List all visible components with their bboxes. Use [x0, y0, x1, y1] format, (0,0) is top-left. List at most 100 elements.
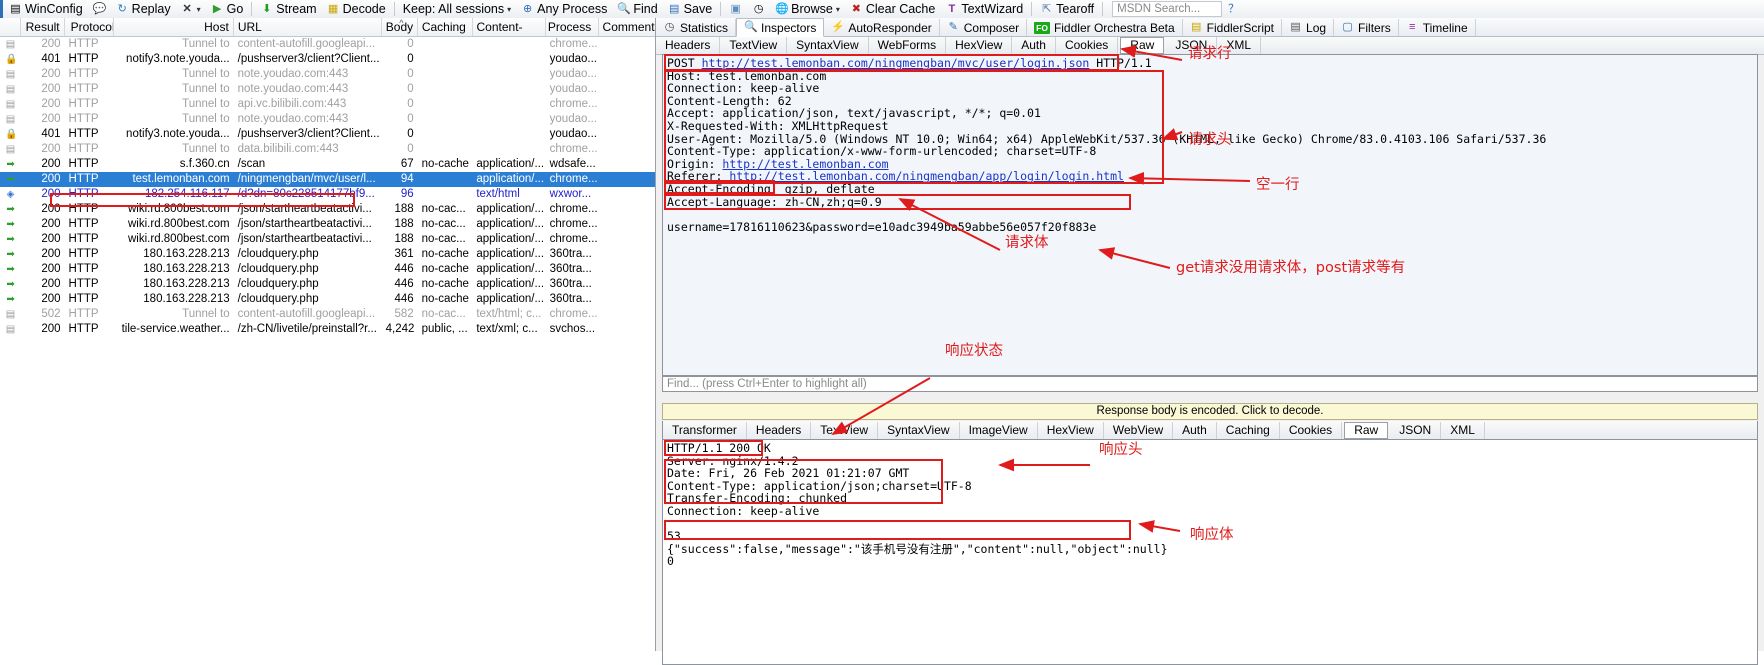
- table-row[interactable]: ➡ 200 HTTP s.f.360.cn/scan 67 no-cache applica…: [0, 157, 655, 172]
- response-tab-transformer[interactable]: Transformer: [663, 421, 747, 439]
- column-header-icon[interactable]: [0, 18, 22, 36]
- table-row[interactable]: ➡ 200 HTTP test.lemonban.com/ningmengban/mv…: [0, 172, 655, 187]
- table-row[interactable]: ▤ 200 HTTP Tunnel to note.youdao.com:443 0 you…: [0, 82, 655, 97]
- doc-icon: ▤: [5, 114, 16, 125]
- column-header-result[interactable]: Result: [21, 18, 65, 36]
- toolbar-comment-button[interactable]: 💬: [88, 0, 111, 18]
- cell-caching: no-cache: [421, 263, 469, 275]
- table-row[interactable]: ▤ 200 HTTP Tunnel to data.bilibili.com:443 0 c…: [0, 142, 655, 157]
- column-header-protocol[interactable]: Protocol: [65, 18, 114, 36]
- toolbar-decode-button[interactable]: ▦ Decode: [322, 0, 391, 18]
- cell-caching: [418, 52, 473, 67]
- column-header-content-type[interactable]: Content-Type: [473, 18, 546, 36]
- response-tab-imageview[interactable]: ImageView: [960, 421, 1038, 439]
- table-row[interactable]: ➡ 200 HTTP 180.163.228.213/cloudquery.php 44…: [0, 262, 655, 277]
- table-row[interactable]: ◈ 200 HTTP 182.254.116.117/d?dn=80c22851417…: [0, 187, 655, 202]
- response-tab-syntaxview[interactable]: SyntaxView: [878, 421, 960, 439]
- column-header-body[interactable]: ^ Body: [382, 18, 418, 36]
- table-row[interactable]: 🔒 401 HTTP notify3.note.youda... /pushserver…: [0, 127, 655, 142]
- table-row[interactable]: 🔒 401 HTTP notify3.note.youda... /pushserver…: [0, 52, 655, 67]
- log-icon: ▤: [1290, 21, 1301, 33]
- request-raw-view[interactable]: POST http://test.lemonban.com/ningmengba…: [662, 54, 1758, 376]
- session-list[interactable]: Result Protocol Host URL ^ Body Caching …: [0, 18, 656, 651]
- toolbar-browse-button[interactable]: 🌐 Browse ▾: [770, 0, 845, 18]
- response-tab-xml[interactable]: XML: [1441, 421, 1485, 439]
- response-tab-caching[interactable]: Caching: [1217, 421, 1280, 439]
- column-header-host[interactable]: Host: [114, 18, 234, 36]
- toolbar-clear-cache-button[interactable]: ✖ Clear Cache: [845, 0, 940, 18]
- request-tab-syntaxview[interactable]: SyntaxView: [787, 37, 869, 54]
- request-tab-webforms[interactable]: WebForms: [869, 37, 947, 54]
- tab-timeline[interactable]: ≡ Timeline: [1399, 19, 1476, 36]
- remove-icon: ✕: [182, 2, 192, 15]
- cell-result: 200: [41, 323, 61, 335]
- column-header-url[interactable]: URL: [234, 18, 382, 36]
- msdn-search-input[interactable]: MSDN Search...: [1112, 1, 1223, 17]
- response-tab-json[interactable]: JSON: [1390, 421, 1442, 439]
- response-tab-cookies[interactable]: Cookies: [1280, 421, 1343, 439]
- toolbar-go-button[interactable]: ▶ Go: [206, 0, 249, 18]
- tab-composer[interactable]: ✎ Composer: [940, 19, 1028, 36]
- table-row[interactable]: ➡ 200 HTTP 180.163.228.213/cloudquery.php 44…: [0, 277, 655, 292]
- tab-autoresponder[interactable]: ⚡ AutoResponder: [824, 19, 940, 36]
- toolbar-save-button[interactable]: ▤ Save: [663, 0, 718, 18]
- tab-log[interactable]: ▤ Log: [1282, 19, 1335, 36]
- cell-result: 200: [41, 203, 61, 215]
- tab-statistics[interactable]: ◷ Statistics: [656, 19, 737, 36]
- request-find-input[interactable]: Find... (press Ctrl+Enter to highlight a…: [662, 376, 1758, 392]
- cell-caching: [418, 112, 473, 127]
- toolbar-camera-button[interactable]: ▣: [724, 0, 747, 18]
- toolbar-any-process-button[interactable]: ⊕ Any Process: [516, 0, 612, 18]
- cell-body: 96: [400, 188, 414, 200]
- tab-filters[interactable]: ▢ Filters: [1334, 19, 1399, 36]
- response-tab-headers[interactable]: Headers: [747, 421, 812, 439]
- response-tab-webview[interactable]: WebView: [1104, 421, 1174, 439]
- table-row[interactable]: ➡ 200 HTTP wiki.rd.800best.com/json/starthe…: [0, 202, 655, 217]
- cell-body: 361: [394, 248, 414, 260]
- request-tab-textview[interactable]: TextView: [720, 37, 788, 54]
- toolbar-keep-dropdown[interactable]: Keep: All sessions ▾: [398, 0, 516, 18]
- toolbar-separator: [1031, 2, 1033, 16]
- toolbar-stream-button[interactable]: ⬇ Stream: [255, 0, 321, 18]
- cell-comments: [598, 52, 655, 67]
- table-row[interactable]: ▤ 200 HTTP tile-service.weather... /zh-CN/li…: [0, 322, 655, 337]
- request-tab-raw[interactable]: Raw: [1120, 37, 1165, 54]
- request-tab-auth[interactable]: Auth: [1012, 37, 1056, 54]
- chevron-down-icon: ▾: [835, 4, 840, 14]
- toolbar-timer-button[interactable]: ◷: [747, 0, 770, 18]
- table-row[interactable]: ➡ 200 HTTP 180.163.228.213/cloudquery.php 44…: [0, 292, 655, 307]
- table-row[interactable]: ➡ 200 HTTP wiki.rd.800best.com/json/starthe…: [0, 232, 655, 247]
- toolbar-winconfig-button[interactable]: ▤ WinConfig: [4, 0, 88, 18]
- column-header-caching[interactable]: Caching: [418, 18, 473, 36]
- column-header-comments[interactable]: Comments: [599, 18, 655, 36]
- response-raw-view[interactable]: HTTP/1.1 200 OK Server: nginx/1.4.2 Date…: [662, 440, 1758, 665]
- request-tab-hexview[interactable]: HexView: [946, 37, 1013, 54]
- column-header-process[interactable]: Process: [546, 18, 599, 36]
- clear-cache-icon: ✖: [851, 2, 861, 15]
- response-tab-auth[interactable]: Auth: [1173, 421, 1217, 439]
- table-row[interactable]: ➡ 200 HTTP wiki.rd.800best.com/json/starthe…: [0, 217, 655, 232]
- response-tab-textview[interactable]: TextView: [811, 421, 879, 439]
- toolbar-replay-button[interactable]: ↻ Replay: [111, 0, 176, 18]
- request-tab-cookies[interactable]: Cookies: [1056, 37, 1119, 54]
- tab-fiddlerscript[interactable]: ▤ FiddlerScript: [1183, 19, 1283, 36]
- response-tab-raw[interactable]: Raw: [1344, 421, 1389, 439]
- tab-fiddler-orchestra-beta[interactable]: FO Fiddler Orchestra Beta: [1027, 19, 1183, 36]
- table-row[interactable]: ▤ 200 HTTP Tunnel to api.vc.bilibili.com:443…: [0, 97, 655, 112]
- cell-body: 446: [394, 293, 414, 305]
- tab-inspectors[interactable]: 🔍 Inspectors: [736, 18, 825, 37]
- table-row[interactable]: ➡ 200 HTTP 180.163.228.213/cloudquery.php 36…: [0, 247, 655, 262]
- table-row[interactable]: ▤ 200 HTTP Tunnel to content-autofill.google…: [0, 37, 655, 52]
- cell-host: 182.254.116.117: [144, 188, 230, 200]
- table-row[interactable]: ▤ 200 HTTP Tunnel to note.youdao.com:443 0 you…: [0, 67, 655, 82]
- toolbar-remove-button[interactable]: ✕ ▾: [176, 0, 206, 18]
- toolbar-find-button[interactable]: 🔍 Find: [612, 0, 662, 18]
- table-row[interactable]: ▤ 200 HTTP Tunnel to note.youdao.com:443 0 you…: [0, 112, 655, 127]
- toolbar-textwizard-button[interactable]: T TextWizard: [940, 0, 1028, 18]
- table-row[interactable]: ▤ 502 HTTP Tunnel to content-autofill.google…: [0, 307, 655, 322]
- response-decode-notice[interactable]: Response body is encoded. Click to decod…: [662, 403, 1758, 420]
- response-tab-hexview[interactable]: HexView: [1038, 421, 1104, 439]
- request-tab-headers[interactable]: Headers: [656, 37, 721, 54]
- help-button[interactable]: ？: [1222, 0, 1245, 18]
- toolbar-tearoff-button[interactable]: ⇱ Tearoff: [1035, 0, 1099, 18]
